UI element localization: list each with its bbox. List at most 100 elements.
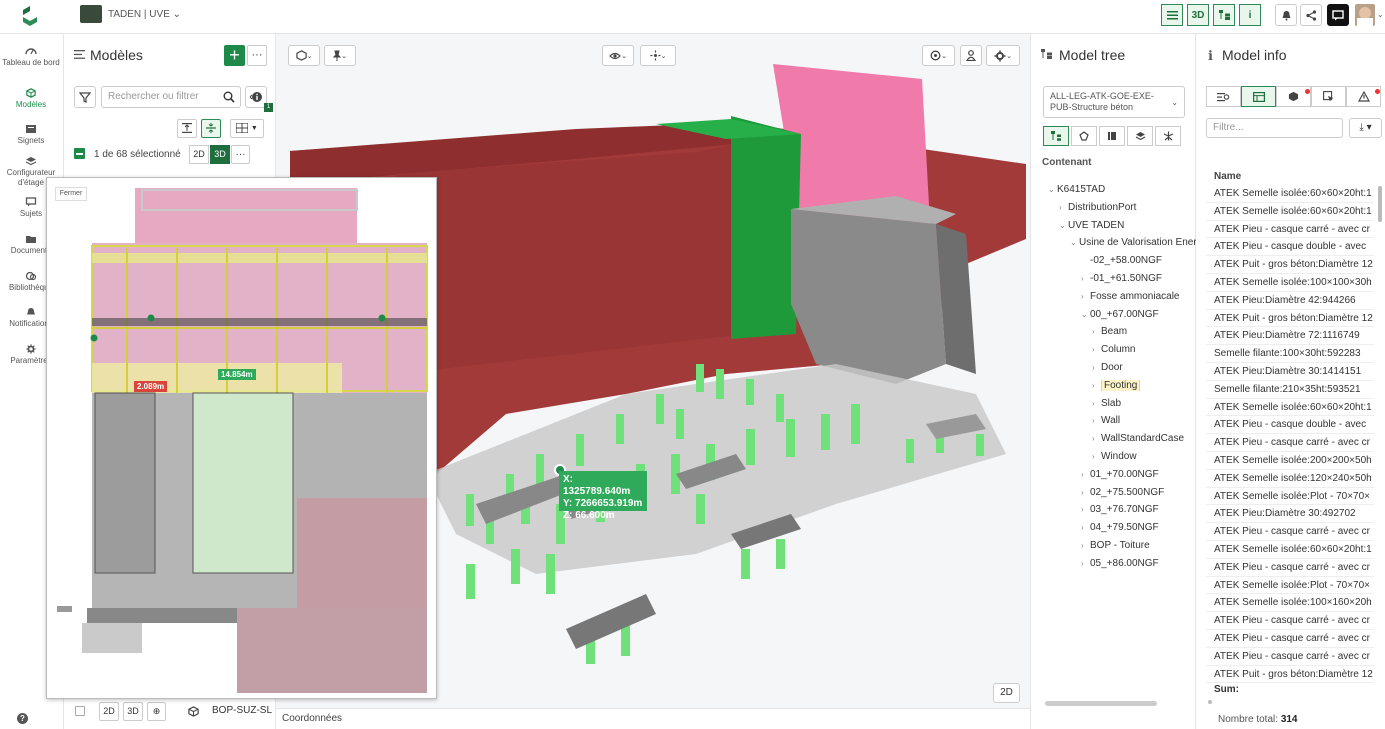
tree-item[interactable]: › BOP - Toiture [1081,540,1198,551]
chevron-right-icon[interactable]: › [1092,345,1101,354]
viewer-settings-dropdown[interactable]: ⌄ [986,45,1020,66]
model-checkbox[interactable] [75,706,85,716]
add-model-button[interactable]: + [224,45,245,66]
expand-all-button[interactable] [201,119,221,138]
tree-item[interactable]: ⌄ K6415TAD [1048,184,1198,195]
chevron-right-icon[interactable]: › [1092,434,1101,443]
table-row[interactable]: ATEK Puit - gros béton:Diamètre 12 [1206,310,1374,328]
filter-input[interactable]: Filtre... [1206,118,1343,138]
table-row[interactable]: ATEK Semelle isolée:Plot - 70×70× [1206,488,1374,506]
tree-item[interactable]: › Slab [1092,398,1198,409]
nav-item-models[interactable]: Modèles [0,88,62,110]
toggle-3d[interactable]: 3D [123,702,143,721]
tree-item[interactable]: › Column [1092,344,1198,355]
chevron-right-icon[interactable]: › [1092,363,1101,372]
tab-inspect[interactable] [1206,86,1241,107]
table-row[interactable]: ATEK Semelle isolée:200×200×50h [1206,452,1374,470]
tree-item[interactable]: › -01_+61.50NGF [1081,273,1198,284]
tree-item[interactable]: › DistributionPort [1059,202,1198,213]
table-row[interactable]: ATEK Pieu - casque carré - avec cr [1206,434,1374,452]
table-row[interactable]: ATEK Semelle isolée:100×100×30h [1206,274,1374,292]
close-button[interactable]: Fermer [55,187,87,201]
chevron-right-icon[interactable]: › [1081,523,1090,532]
list-view-button[interactable] [1161,4,1183,26]
table-row[interactable]: ATEK Pieu - casque carré - avec cr [1206,612,1374,630]
table-row[interactable]: ATEK Pieu - casque carré - avec cr [1206,648,1374,666]
visibility-dropdown[interactable]: ⌄ [602,45,634,66]
chevron-down-icon[interactable]: ⌄ [1048,185,1057,194]
tree-item[interactable]: › 04_+79.50NGF [1081,522,1198,533]
tree-item[interactable]: › 01_+70.00NGF [1081,469,1198,480]
menu-icon[interactable] [74,50,85,59]
table-row[interactable]: ATEK Semelle isolée:60×60×20ht:1 [1206,399,1374,417]
tree-item[interactable]: › Window [1092,451,1198,462]
chevron-right-icon[interactable]: › [1092,381,1101,390]
chat-button[interactable] [1327,4,1349,26]
tree-item[interactable]: › 03_+76.70NGF [1081,504,1198,515]
chevron-right-icon[interactable]: › [1081,505,1090,514]
table-row[interactable]: ATEK Pieu - casque carré - avec cr [1206,221,1374,239]
table-row[interactable]: ATEK Pieu:Diamètre 30:492702 [1206,505,1374,524]
tab-spaces[interactable] [1071,126,1097,146]
project-selector[interactable]: TADEN | UVE ⌄ [108,9,181,20]
table-row[interactable]: ATEK Pieu - casque carré - avec cr [1206,523,1374,541]
tree-item[interactable]: ⌄Usine de Valorisation Energétique [1070,237,1198,248]
table-row[interactable]: ATEK Semelle isolée:120×240×50h [1206,470,1374,488]
model-selector-dropdown[interactable]: ALL-LEG-ATK-GOE-EXE-PUB-Structure béton … [1043,86,1185,118]
tree-item[interactable]: › Door [1092,362,1198,373]
section-dropdown[interactable]: ⌄ [922,45,955,66]
info-view-button[interactable]: i [1239,4,1261,26]
pin-dropdown[interactable]: ⌄ [324,45,356,66]
2d-plan-overlay[interactable]: Fermer 2.089m 14.854m [46,177,437,699]
explode-dropdown[interactable]: ⌄ [640,45,676,66]
chevron-right-icon[interactable]: › [1092,416,1101,425]
select-all-checkbox[interactable] [74,148,85,159]
tree-item[interactable]: › 05_+86.00NGF [1081,558,1198,569]
chevron-right-icon[interactable]: › [1059,203,1068,212]
chevron-right-icon[interactable]: › [1081,559,1090,568]
tab-classes[interactable] [1099,126,1125,146]
chevron-down-icon[interactable]: ⌄ [1059,221,1068,230]
tree-item[interactable]: › WallStandardCase [1092,433,1198,444]
tab-layers[interactable] [1127,126,1153,146]
chevron-right-icon[interactable]: › [1081,292,1090,301]
tree-item[interactable]: › Beam [1092,326,1198,337]
chevron-right-icon[interactable]: › [1092,327,1101,336]
2d-view-button[interactable]: 2D [993,683,1020,703]
person-view-button[interactable] [960,45,982,66]
table-row[interactable]: ATEK Semelle isolée:100×160×20h [1206,594,1374,613]
table-row[interactable]: ATEK Pieu:Diamètre 72:1116749 [1206,327,1374,346]
table-row[interactable]: ATEK Puit - gros béton:Diamètre 12 [1206,666,1374,684]
toggle-2d[interactable]: 2D [99,702,119,721]
table-row[interactable]: ATEK Pieu:Diamètre 42:944266 [1206,292,1374,310]
chevron-right-icon[interactable]: › [1081,541,1090,550]
table-row[interactable]: ATEK Semelle isolée:Plot - 70×70× [1206,577,1374,595]
collapse-all-button[interactable] [177,119,197,138]
help-icon[interactable]: ? [17,713,28,724]
tree-horizontal-scrollbar[interactable] [1045,701,1157,706]
table-row[interactable]: ATEK Semelle isolée:60×60×20ht:1 [1206,541,1374,559]
tab-table[interactable] [1241,86,1276,107]
tree-item[interactable]: › Wall [1092,415,1198,426]
chevron-right-icon[interactable]: › [1081,274,1090,283]
app-logo-icon[interactable] [20,5,40,27]
tree-item[interactable]: › Footing [1092,379,1198,391]
models-more-button[interactable]: ··· [247,45,267,66]
table-row[interactable]: ATEK Pieu - casque double - avec [1206,416,1374,435]
chevron-down-icon[interactable]: ⌄ [1070,238,1079,247]
project-thumbnail[interactable] [80,5,102,23]
table-row[interactable]: ATEK Semelle isolée:60×60×20ht:1 [1206,185,1374,203]
3d-view-button[interactable]: 3D [1187,4,1209,26]
table-row[interactable]: Semelle filante:210×35ht:593521 [1206,381,1374,399]
chevron-right-icon[interactable]: › [1081,488,1090,497]
tree-item[interactable]: › 02_+75.500NGF [1081,487,1198,498]
toggle-3d[interactable]: 3D [210,145,230,164]
view-cube-dropdown[interactable]: ⌄ [288,45,320,66]
table-row[interactable]: ATEK Pieu - casque carré - avec cr [1206,559,1374,577]
tree-item[interactable]: › Fosse ammoniacale [1081,291,1198,302]
tree-item[interactable]: ⌄ UVE TADEN [1059,220,1198,231]
chevron-down-icon[interactable]: ⌄ [1081,310,1090,319]
tab-select[interactable] [1311,86,1346,107]
2d-plan[interactable] [47,178,437,699]
download-dropdown[interactable]: ⤓ ▾ [1349,118,1382,138]
